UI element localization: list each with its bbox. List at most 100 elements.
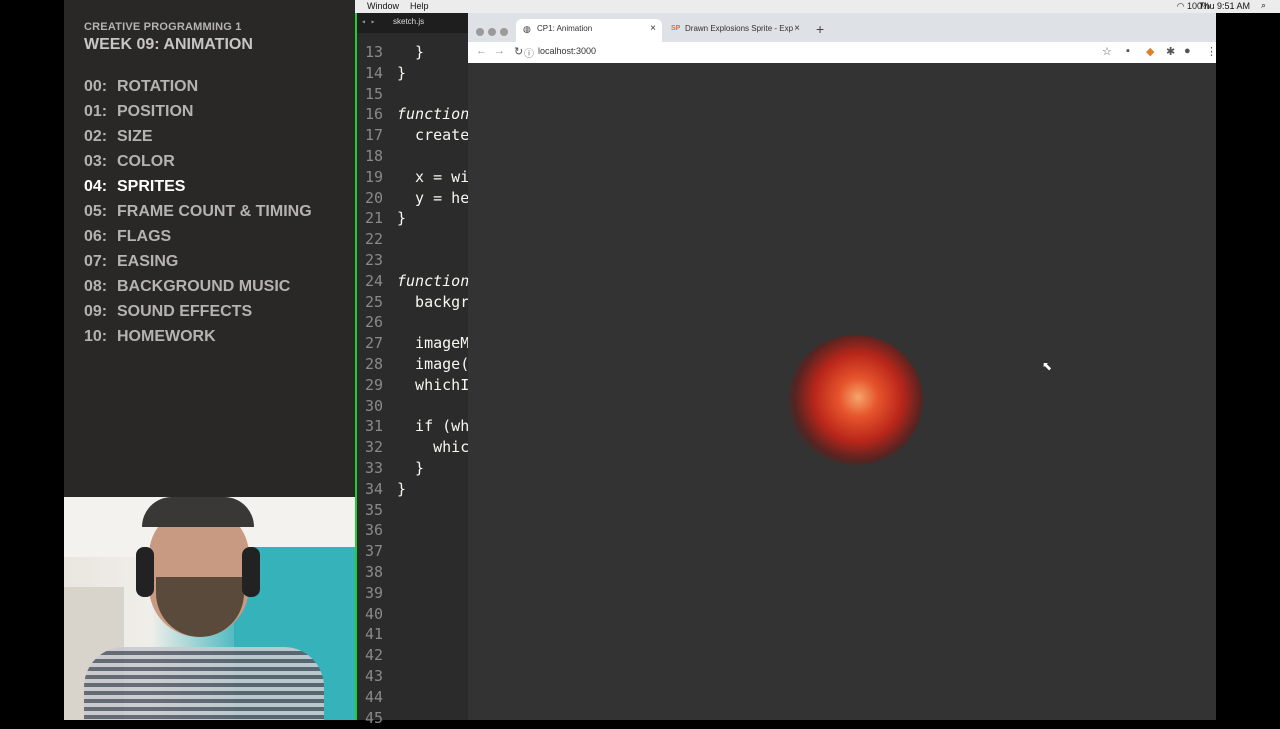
week-title: WEEK 09: ANIMATION [84,36,253,53]
forward-icon[interactable]: → [494,45,505,57]
line-number: 35 [364,500,383,519]
mouse-cursor-icon: ⬉ [1042,359,1053,373]
topic-label: EASING [117,253,179,270]
course-outline-panel: CREATIVE PROGRAMMING 1 WEEK 09: ANIMATIO… [64,0,355,497]
topic-number: 06: [84,228,108,245]
topic-item: 02: SIZE [84,128,312,153]
code-text: x = wi [397,167,470,186]
right-letterbox [1216,13,1280,720]
topic-number: 07: [84,253,108,270]
topic-label: BACKGROUND MUSIC [117,278,291,295]
editor-file-tab[interactable]: sketch.js [393,17,424,26]
extension-icon[interactable]: ▪ [1126,45,1130,57]
line-number: 33 [364,458,383,477]
line-number: 13 [364,43,383,61]
code-text: whic [397,438,470,457]
topic-number: 00: [84,78,108,95]
close-tab-icon[interactable]: × [794,19,800,39]
reload-icon[interactable]: ↻ [514,45,523,58]
browser-titlebar: ◍ CP1: Animation × SP Drawn Explosions S… [468,13,1216,42]
browser-window: ◍ CP1: Animation × SP Drawn Explosions S… [468,13,1217,720]
minimize-window-icon[interactable] [488,28,496,36]
line-number: 26 [364,313,383,332]
site-info-icon[interactable]: ⓘ [524,45,534,60]
editor-tab-strip: ◂ ▸ sketch.js [357,13,468,33]
code-text: } [397,479,407,498]
topic-item: 03: COLOR [84,153,312,178]
profile-avatar-icon[interactable]: ● [1184,45,1191,57]
topic-item: 07: EASING [84,253,312,278]
line-number: 21 [364,209,383,228]
topic-item: 04: SPRITES [84,178,312,203]
close-window-icon[interactable] [476,28,484,36]
topic-number: 10: [84,328,108,345]
line-number: 25 [364,292,383,311]
topic-number: 04: [84,178,108,195]
shield-extension-icon[interactable]: ◆ [1146,45,1154,58]
topic-number: 09: [84,303,108,320]
menu-window[interactable]: Window [367,1,399,11]
code-text: } [397,458,425,477]
code-text: if (wh [397,417,470,436]
browser-tab-active[interactable]: ◍ CP1: Animation × [516,19,662,42]
line-number: 17 [364,126,383,145]
line-number: 31 [364,417,383,436]
line-number: 39 [364,583,383,602]
puzzle-extensions-icon[interactable]: ✱ [1166,45,1175,58]
topic-label: COLOR [117,153,175,170]
browser-tab-inactive[interactable]: SP Drawn Explosions Sprite - Expl × [664,19,806,42]
close-tab-icon[interactable]: × [650,19,656,39]
tab-label: CP1: Animation [537,24,593,33]
line-number: 14 [364,63,383,82]
line-number: 43 [364,666,383,685]
line-number: 27 [364,334,383,353]
line-number: 18 [364,146,383,165]
address-bar[interactable]: localhost:3000 [538,46,596,56]
topic-item: 10: HOMEWORK [84,328,312,353]
topic-label: FRAME COUNT & TIMING [117,203,312,220]
topic-label: FLAGS [117,228,172,245]
topic-label: POSITION [117,103,194,120]
menubar-clock: Thu 9:51 AM [1198,1,1250,11]
code-editor[interactable]: ◂ ▸ sketch.js 13 } 14} 15 16 function 17 crea… [357,13,470,727]
line-number: 36 [364,521,383,540]
nav-arrows-icon[interactable]: ◂ ▸ [361,17,375,26]
explosion-sprite [788,335,923,465]
line-number: 29 [364,375,383,394]
code-text: backgr [397,292,470,311]
line-number: 20 [364,188,383,207]
line-number: 40 [364,604,383,623]
window-controls [476,23,512,41]
line-number: 37 [364,542,383,561]
line-number: 15 [364,84,383,103]
topic-item: 01: POSITION [84,103,312,128]
code-text: } [397,43,425,61]
code-text: function [397,105,470,124]
new-tab-icon[interactable]: + [816,21,824,37]
code-text: imageM [397,334,470,353]
menu-help[interactable]: Help [410,1,429,11]
sketch-canvas[interactable]: ⬉ [468,63,1216,720]
topic-number: 08: [84,278,108,295]
line-number: 24 [364,271,383,290]
back-icon[interactable]: ← [476,45,487,57]
tab-label: Drawn Explosions Sprite - Expl [685,24,793,33]
code-text: } [397,209,407,228]
line-number: 28 [364,354,383,373]
topic-list: 00: ROTATION 01: POSITION 02: SIZE 03: COLOR 04:… [84,78,312,353]
bookmark-star-icon[interactable]: ☆ [1102,45,1112,58]
line-number: 44 [364,687,383,706]
line-number: 19 [364,167,383,186]
spotlight-search-icon[interactable]: ⌕ [1261,0,1266,11]
topic-number: 01: [84,103,108,120]
line-number: 34 [364,479,383,498]
code-text: } [397,63,407,82]
course-title: CREATIVE PROGRAMMING 1 [84,21,242,33]
topic-item: 08: BACKGROUND MUSIC [84,278,312,303]
maximize-window-icon[interactable] [500,28,508,36]
line-number: 30 [364,396,383,415]
browser-toolbar: ← → ↻ ⓘ localhost:3000 ☆ ▪ ◆ ✱ ● ⋮ [468,42,1217,64]
topic-number: 02: [84,128,108,145]
sp-favicon-icon: SP [671,25,681,32]
line-number: 38 [364,562,383,581]
